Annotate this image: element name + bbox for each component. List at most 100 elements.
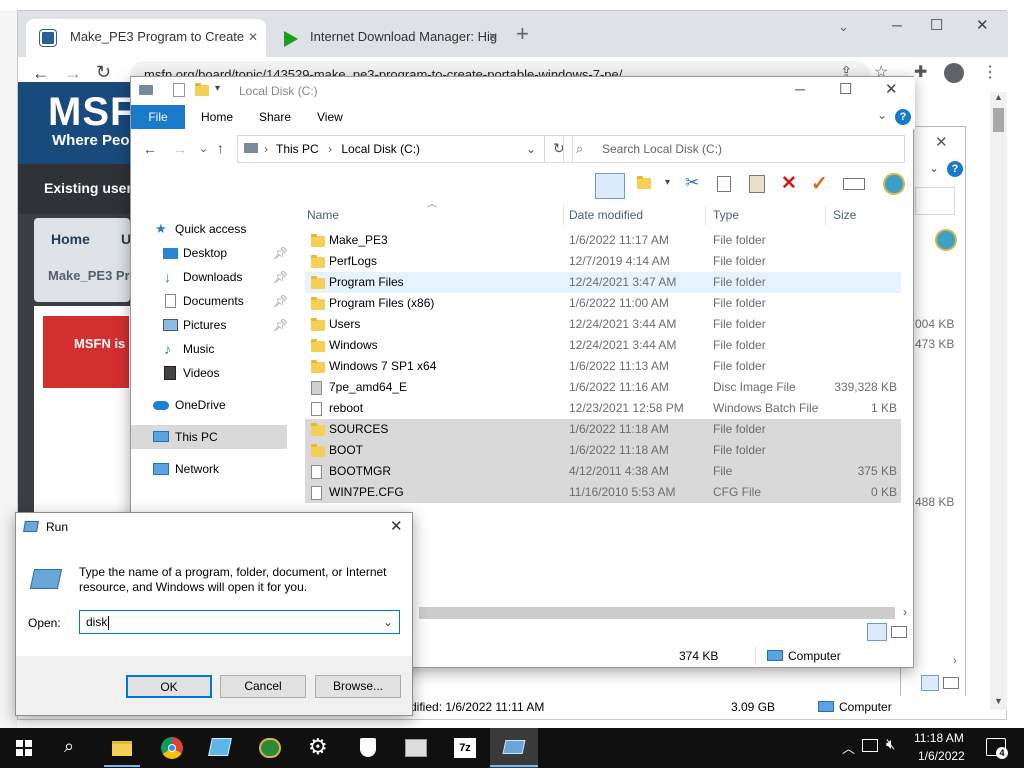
scroll-right-icon[interactable]: › [903, 605, 907, 619]
cancel-button[interactable]: Cancel [220, 675, 306, 698]
scroll-thumb[interactable] [993, 108, 1004, 132]
help-icon[interactable]: ? [947, 161, 963, 177]
address-bar[interactable]: › This PC › Local Disk (C:) ⌄ [237, 135, 545, 163]
volume-mute-icon[interactable]: 🔇︎ [886, 736, 895, 753]
page-scrollbar[interactable]: ▲ ▼ [990, 92, 1007, 710]
file-row[interactable]: Program Files (x86) 1/6/2022 11:00 AM File… [305, 293, 901, 314]
file-row[interactable]: WIN7PE.CFG 11/16/2010 5:53 AM CFG File 0 KB [305, 482, 901, 503]
close-window-button[interactable]: ✕ [390, 517, 403, 535]
checkmark-icon[interactable]: ✓ [811, 171, 828, 196]
tiles-view-icon[interactable] [943, 677, 959, 689]
maximize-button[interactable]: ☐ [839, 80, 852, 98]
7zip-taskbar[interactable]: 7z [440, 728, 488, 768]
app-taskbar-2[interactable] [246, 728, 294, 768]
pin-icon[interactable]: 📌︎ [273, 289, 288, 313]
pin-icon[interactable]: 📌︎ [273, 313, 288, 337]
clock-date[interactable]: 1/6/2022 [918, 749, 965, 763]
folder-options-icon[interactable] [637, 176, 651, 192]
close-icon[interactable]: ✕ [488, 19, 498, 55]
paste-icon[interactable] [749, 175, 765, 193]
details-view-icon[interactable] [867, 623, 887, 641]
search-input[interactable]: ⌕ Search Local Disk (C:) [563, 135, 905, 163]
copy-icon[interactable] [717, 176, 731, 192]
address-location[interactable]: Local Disk (C:) [341, 142, 420, 156]
qat-dropdown-icon[interactable]: ▾ [215, 83, 220, 94]
file-row[interactable]: Users 12/24/2021 3:44 AM File folder [305, 314, 901, 335]
chevron-down-icon[interactable]: ⌄ [929, 161, 939, 175]
nav-documents[interactable]: Documents 📌︎ [131, 289, 289, 313]
existing-user-link[interactable]: Existing user? [44, 180, 140, 196]
back-icon[interactable]: ← [143, 141, 157, 157]
file-row[interactable]: Make_PE3 1/6/2022 11:17 AM File folder [305, 230, 901, 251]
tab-home[interactable]: Home [201, 105, 233, 129]
nav-quick-access[interactable]: ★ Quick access [131, 217, 289, 241]
run-input[interactable]: disk ⌄ [79, 610, 400, 634]
close-icon[interactable]: ✕ [248, 19, 258, 55]
cut-icon[interactable]: ✂ [685, 173, 699, 193]
details-view-icon[interactable] [921, 675, 939, 691]
close-icon[interactable]: ✕ [935, 133, 948, 151]
security-taskbar[interactable] [344, 728, 392, 768]
column-date[interactable]: Date modified [569, 203, 643, 227]
minimize-button[interactable]: ─ [892, 17, 902, 33]
help-icon[interactable]: ? [895, 109, 911, 125]
breadcrumb-topic[interactable]: Make_PE3 Pro [48, 268, 138, 283]
tray-chevron-icon[interactable]: ︿ [842, 738, 855, 757]
tiles-view-icon[interactable] [891, 626, 907, 638]
address-dropdown-icon[interactable]: ⌄ [526, 136, 536, 162]
column-name[interactable]: Name [307, 203, 339, 227]
address-separator[interactable]: › [328, 142, 332, 156]
chrome-taskbar[interactable] [148, 728, 196, 768]
tab-idm[interactable]: Internet Download Manager: Hig ✕ [266, 19, 506, 57]
search-button[interactable]: ⌕ [48, 728, 96, 768]
run-taskbar[interactable] [490, 728, 538, 768]
file-row[interactable]: PerfLogs 12/7/2019 4:14 AM File folder [305, 251, 901, 272]
tab-share[interactable]: Share [259, 105, 291, 129]
address-this-pc[interactable]: This PC [276, 142, 319, 156]
scroll-down-icon[interactable]: ▼ [994, 696, 1003, 706]
new-tab-button[interactable]: + [516, 21, 529, 47]
file-row[interactable]: BOOTMGR 4/12/2011 4:38 AM File 375 KB [305, 461, 901, 482]
nav-downloads[interactable]: ↓ Downloads 📌︎ [131, 265, 289, 289]
nav-this-pc[interactable]: This PC [131, 425, 287, 449]
nav-desktop[interactable]: Desktop 📌︎ [131, 241, 289, 265]
forward-icon[interactable]: → [173, 141, 187, 157]
nav-music[interactable]: ♪ Music [131, 337, 289, 361]
column-size[interactable]: Size [833, 203, 856, 227]
maximize-button[interactable]: ☐ [930, 16, 943, 34]
globe-icon[interactable] [883, 173, 905, 195]
scroll-track[interactable] [419, 607, 895, 619]
file-row[interactable]: SOURCES 1/6/2022 11:18 AM File folder [305, 419, 901, 440]
file-explorer-taskbar[interactable] [98, 728, 146, 768]
file-row[interactable]: BOOT 1/6/2022 11:18 AM File folder [305, 440, 901, 461]
chevron-down-icon[interactable]: ⌄ [877, 108, 887, 122]
minimize-button[interactable]: ─ [795, 81, 805, 97]
globe-icon[interactable] [935, 229, 957, 251]
tab-file[interactable]: File [131, 105, 185, 129]
delete-icon[interactable]: ✕ [781, 172, 797, 195]
rename-icon[interactable] [843, 178, 865, 190]
settings-taskbar[interactable]: ⚙ [294, 728, 342, 768]
start-button[interactable] [0, 728, 48, 768]
scroll-up-icon[interactable]: ▲ [994, 92, 1003, 102]
nav-onedrive[interactable]: OneDrive [131, 393, 289, 417]
file-row[interactable]: Windows 7 SP1 x64 1/6/2022 11:13 AM File f… [305, 356, 901, 377]
preview-pane-icon[interactable] [595, 173, 625, 199]
scroll-right-icon[interactable]: › [953, 655, 957, 667]
close-window-button[interactable]: ✕ [976, 16, 989, 34]
search-field[interactable] [915, 187, 955, 215]
file-row[interactable]: Program Files 12/24/2021 3:47 AM File fold… [305, 272, 901, 293]
tab-search-icon[interactable]: ⌄ [838, 19, 849, 35]
file-row[interactable]: reboot 12/23/2021 12:58 PM Windows Batch F… [305, 398, 901, 419]
network-tray-icon[interactable] [862, 739, 878, 752]
reload-icon[interactable]: ↻ [96, 62, 111, 83]
close-window-button[interactable]: ✕ [885, 80, 898, 98]
nav-network[interactable]: Network [131, 457, 289, 481]
properties-icon[interactable] [173, 83, 185, 97]
file-row[interactable]: 7pe_amd64_E 1/6/2022 11:16 AM Disc Image F… [305, 377, 901, 398]
column-type[interactable]: Type [713, 203, 739, 227]
nav-videos[interactable]: Videos [131, 361, 289, 385]
app-taskbar-1[interactable] [196, 728, 244, 768]
recent-dropdown-icon[interactable]: ⌄ [199, 142, 208, 155]
tab-view[interactable]: View [317, 105, 343, 129]
